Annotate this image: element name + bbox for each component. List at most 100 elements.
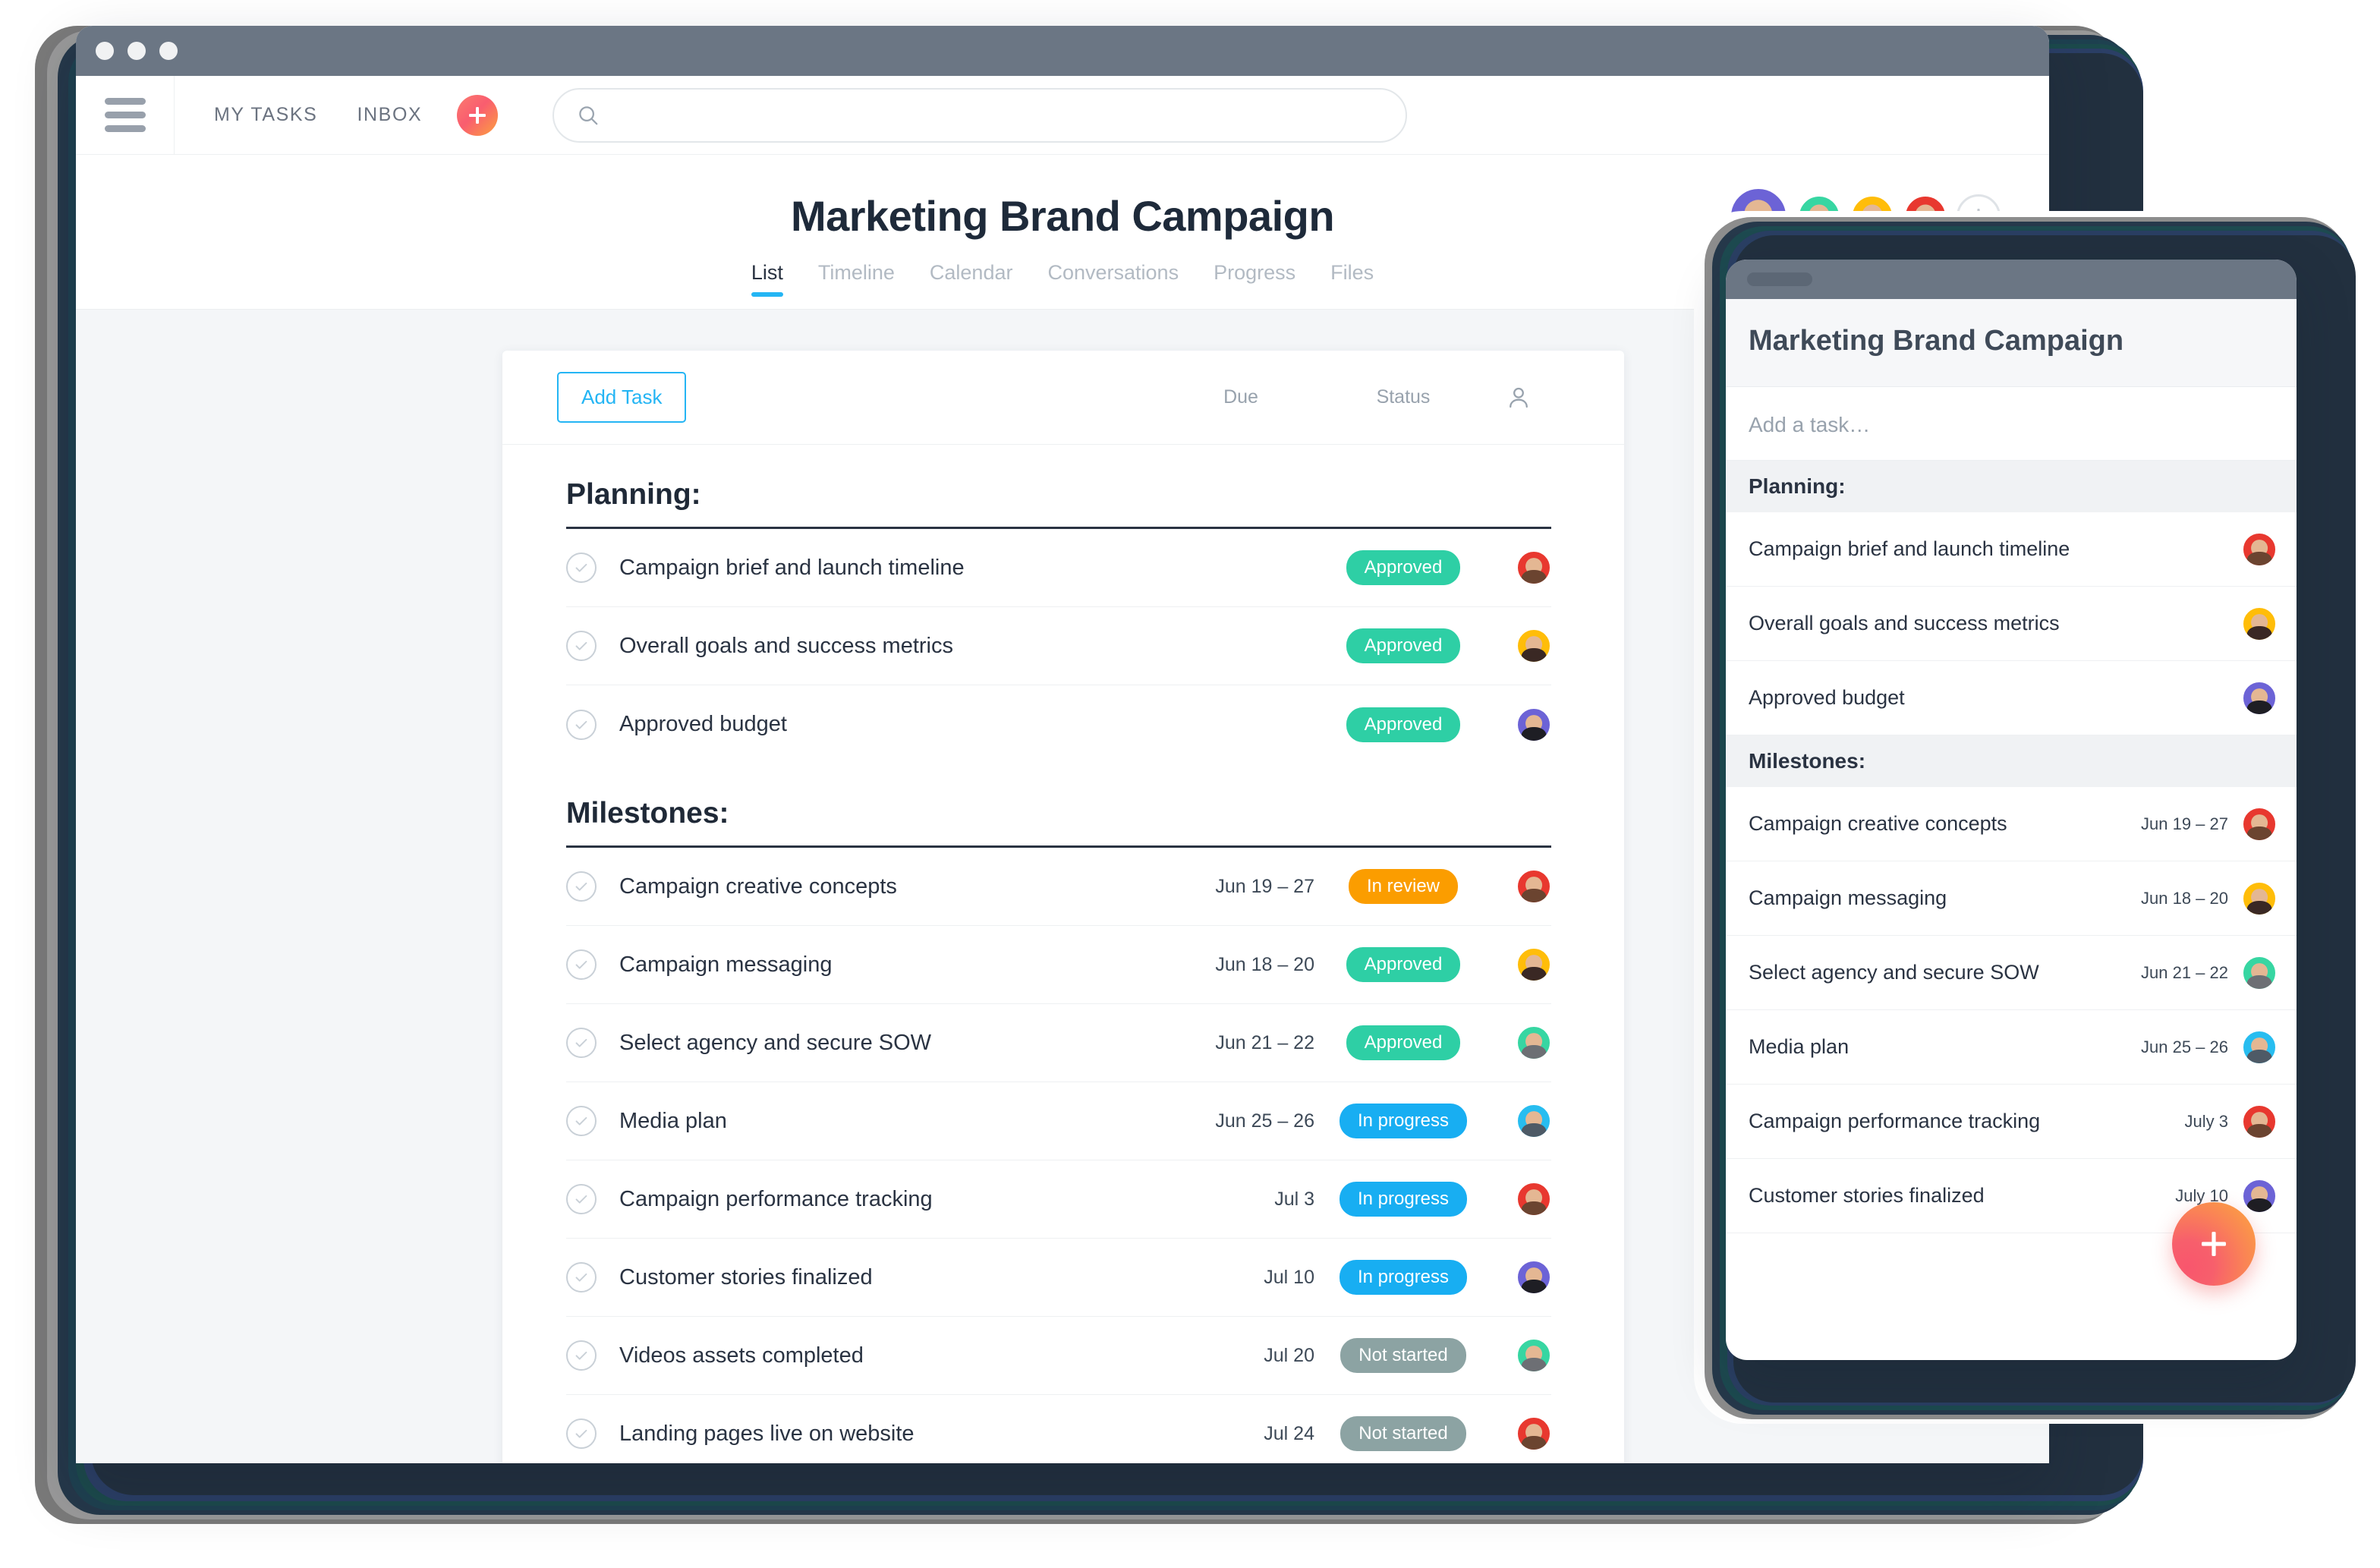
mobile-task-name: Campaign performance tracking [1749, 1110, 2041, 1132]
task-name: Campaign performance tracking [619, 1186, 933, 1211]
task-assignee[interactable] [1486, 869, 1551, 904]
task-complete-checkbox[interactable] [566, 1340, 597, 1371]
status-badge[interactable]: Not started [1321, 1338, 1486, 1373]
hamburger-bar [104, 112, 146, 118]
quick-add-button[interactable] [457, 94, 499, 136]
table-row[interactable]: Select agency and secure SOW Jun 21 – 22 A… [566, 1004, 1551, 1082]
task-sections: Planning: Campaign brief and launch timel… [502, 445, 1624, 1463]
status-badge-label: Approved [1346, 1025, 1461, 1060]
task-complete-checkbox[interactable] [566, 709, 597, 740]
table-row[interactable]: Landing pages live on website Jul 24 Not s… [566, 1395, 1551, 1463]
check-icon [575, 1273, 587, 1282]
mobile-add-task-input[interactable]: Add a task… [1726, 387, 2297, 461]
task-complete-checkbox[interactable] [566, 553, 597, 583]
mobile-list-item[interactable]: Campaign creative concepts Jun 19 – 27 [1726, 787, 2297, 861]
status-badge[interactable]: Approved [1321, 947, 1486, 982]
mobile-task-name: Customer stories finalized [1749, 1184, 1985, 1207]
section-title: Planning: [566, 445, 1551, 529]
search-bar[interactable] [552, 87, 1408, 143]
avatar [1516, 947, 1551, 982]
minimize-icon[interactable] [128, 42, 146, 60]
task-complete-checkbox[interactable] [566, 1262, 597, 1292]
search-input[interactable] [613, 104, 1384, 126]
task-name: Overall goals and success metrics [619, 633, 953, 658]
tab-files[interactable]: Files [1330, 261, 1374, 297]
table-row[interactable]: Campaign messaging Jun 18 – 20 Approved [566, 926, 1551, 1004]
status-badge-label: Not started [1340, 1338, 1466, 1373]
task-assignee[interactable] [1486, 1182, 1551, 1217]
tab-progress[interactable]: Progress [1214, 261, 1295, 297]
task-complete-checkbox[interactable] [566, 871, 597, 902]
task-assignee[interactable] [1486, 1416, 1551, 1451]
table-row[interactable]: Videos assets completed Jul 20 Not started [566, 1317, 1551, 1395]
task-complete-checkbox[interactable] [566, 1184, 597, 1214]
tab-list[interactable]: List [751, 261, 783, 297]
nav-link-my-tasks[interactable]: MY TASKS [214, 104, 317, 126]
status-badge[interactable]: Approved [1321, 707, 1486, 742]
mobile-add-task-fab[interactable] [2172, 1202, 2256, 1286]
avatar [2242, 606, 2277, 641]
tab-timeline[interactable]: Timeline [818, 261, 895, 297]
task-name: Campaign brief and launch timeline [619, 555, 965, 580]
task-complete-checkbox[interactable] [566, 1418, 597, 1449]
mobile-list-item[interactable]: Approved budget [1726, 661, 2297, 735]
status-badge[interactable]: Approved [1321, 1025, 1486, 1060]
mobile-task-name: Approved budget [1749, 686, 1905, 709]
avatar [2242, 955, 2277, 990]
mobile-window-controls[interactable] [1747, 272, 1812, 286]
mobile-task-name: Campaign messaging [1749, 886, 1947, 909]
task-assignee[interactable] [1486, 1025, 1551, 1060]
status-badge[interactable]: In review [1321, 869, 1486, 904]
table-row[interactable]: Campaign brief and launch timeline Approv… [566, 529, 1551, 607]
add-task-button[interactable]: Add Task [557, 372, 687, 423]
status-badge[interactable]: Not started [1321, 1416, 1486, 1451]
mobile-list-item[interactable]: Overall goals and success metrics [1726, 587, 2297, 661]
status-badge[interactable]: In progress [1321, 1182, 1486, 1217]
mobile-task-name: Overall goals and success metrics [1749, 612, 2060, 634]
status-badge[interactable]: In progress [1321, 1260, 1486, 1295]
plus-icon [2202, 1232, 2226, 1256]
column-header-due: Due [1223, 386, 1258, 408]
status-badge-label: In progress [1339, 1260, 1468, 1295]
avatar [1516, 1338, 1551, 1373]
status-badge[interactable]: Approved [1321, 628, 1486, 663]
task-complete-checkbox[interactable] [566, 949, 597, 980]
mobile-list-item[interactable]: Campaign brief and launch timeline [1726, 512, 2297, 587]
check-icon [575, 1038, 587, 1047]
close-icon[interactable] [96, 42, 114, 60]
task-assignee[interactable] [1486, 1104, 1551, 1138]
hamburger-bar [104, 125, 146, 132]
mobile-list-item[interactable]: Media plan Jun 25 – 26 [1726, 1010, 2297, 1085]
status-badge[interactable]: Approved [1321, 550, 1486, 585]
table-row[interactable]: Customer stories finalized Jul 10 In progr… [566, 1239, 1551, 1317]
task-assignee[interactable] [1486, 947, 1551, 982]
status-badge-label: Approved [1346, 947, 1461, 982]
maximize-icon[interactable] [159, 42, 178, 60]
task-complete-checkbox[interactable] [566, 1028, 597, 1058]
hamburger-icon[interactable] [76, 75, 175, 155]
status-badge-label: Not started [1340, 1416, 1466, 1451]
mobile-list-item[interactable]: Campaign performance tracking July 3 [1726, 1085, 2297, 1159]
mobile-list-item[interactable]: Campaign messaging Jun 18 – 20 [1726, 861, 2297, 936]
check-icon [575, 1116, 587, 1126]
table-row[interactable]: Approved budget Approved [566, 685, 1551, 764]
tab-calendar[interactable]: Calendar [930, 261, 1013, 297]
table-row[interactable]: Media plan Jun 25 – 26 In progress [566, 1082, 1551, 1160]
table-row[interactable]: Campaign creative concepts Jun 19 – 27 In … [566, 848, 1551, 926]
task-assignee[interactable] [1486, 1338, 1551, 1373]
task-assignee[interactable] [1486, 1260, 1551, 1295]
search-icon [579, 105, 598, 124]
table-row[interactable]: Campaign performance tracking Jul 3 In pro… [566, 1160, 1551, 1239]
status-badge[interactable]: In progress [1321, 1104, 1486, 1138]
task-assignee[interactable] [1486, 707, 1551, 742]
mobile-section-title: Milestones: [1726, 735, 2297, 787]
table-row[interactable]: Overall goals and success metrics Approve… [566, 607, 1551, 685]
nav-link-inbox[interactable]: INBOX [357, 104, 422, 126]
mobile-list-item[interactable]: Select agency and secure SOW Jun 21 – 22 [1726, 936, 2297, 1010]
task-complete-checkbox[interactable] [566, 631, 597, 661]
task-complete-checkbox[interactable] [566, 1106, 597, 1136]
task-assignee[interactable] [1486, 550, 1551, 585]
task-assignee[interactable] [1486, 628, 1551, 663]
avatar [2242, 880, 2277, 916]
tab-conversations[interactable]: Conversations [1047, 261, 1179, 297]
